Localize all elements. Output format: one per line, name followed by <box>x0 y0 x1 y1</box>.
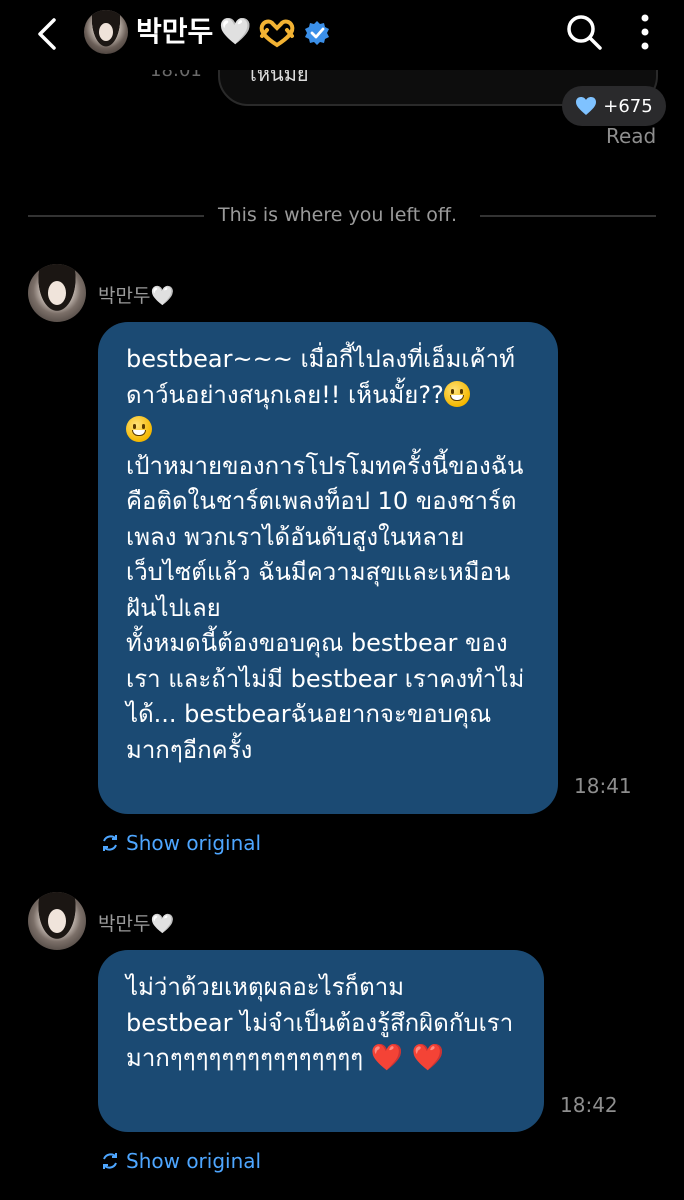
more-vertical-icon <box>641 14 649 50</box>
divider-line-right <box>480 215 656 217</box>
message-bubble[interactable]: bestbear~~~ เมื่อกี้ไปลงที่เอ็มเค้าท์ดาว… <box>98 322 558 814</box>
message-time: 18:41 <box>574 774 632 798</box>
sender-name: 박만두🤍 <box>98 285 175 307</box>
back-button[interactable] <box>30 12 70 56</box>
chevron-left-icon <box>38 18 56 50</box>
divider-line-left <box>28 215 204 217</box>
sender-name: 박만두🤍 <box>98 913 175 935</box>
search-icon <box>567 15 602 50</box>
message-text: ไม่ว่าด้วยเหตุผลอะไรก็ตาม bestbear ไม่จำ… <box>126 973 514 1073</box>
message-time: 18:42 <box>560 1093 618 1117</box>
grinning-face-icon <box>126 416 152 442</box>
avatar[interactable] <box>84 10 128 54</box>
white-heart-icon: 🤍 <box>219 17 252 47</box>
chat-title[interactable]: 박만두 🤍 <box>136 14 252 50</box>
red-heart-icon: ❤️ ❤️ <box>370 1043 444 1073</box>
message-text: bestbear~~~ เมื่อกี้ไปลงที่เอ็มเค้าท์ดาว… <box>126 345 525 764</box>
message-bubble[interactable]: ไม่ว่าด้วยเหตุผลอะไรก็ตาม bestbear ไม่จำ… <box>98 950 544 1132</box>
avatar[interactable] <box>28 264 86 322</box>
verified-badge-icon <box>305 21 329 45</box>
show-original-link[interactable]: Show original <box>100 1149 261 1173</box>
reaction-badge[interactable]: +675 <box>562 86 666 126</box>
translate-refresh-icon <box>103 1153 117 1169</box>
translate-refresh-icon <box>103 835 117 851</box>
show-original-link[interactable]: Show original <box>100 831 261 855</box>
avatar[interactable] <box>28 892 86 950</box>
blue-heart-icon <box>576 97 597 115</box>
read-receipt: Read <box>606 124 657 148</box>
more-options-button[interactable] <box>630 12 660 52</box>
search-button[interactable] <box>564 12 604 52</box>
title-badges <box>258 18 330 48</box>
left-off-divider: This is where you left off. <box>218 204 457 226</box>
heart-hands-icon <box>259 19 295 48</box>
chat-header: 박만두 🤍 <box>0 0 684 70</box>
reaction-count: +675 <box>603 95 653 117</box>
grinning-face-icon <box>443 380 470 407</box>
